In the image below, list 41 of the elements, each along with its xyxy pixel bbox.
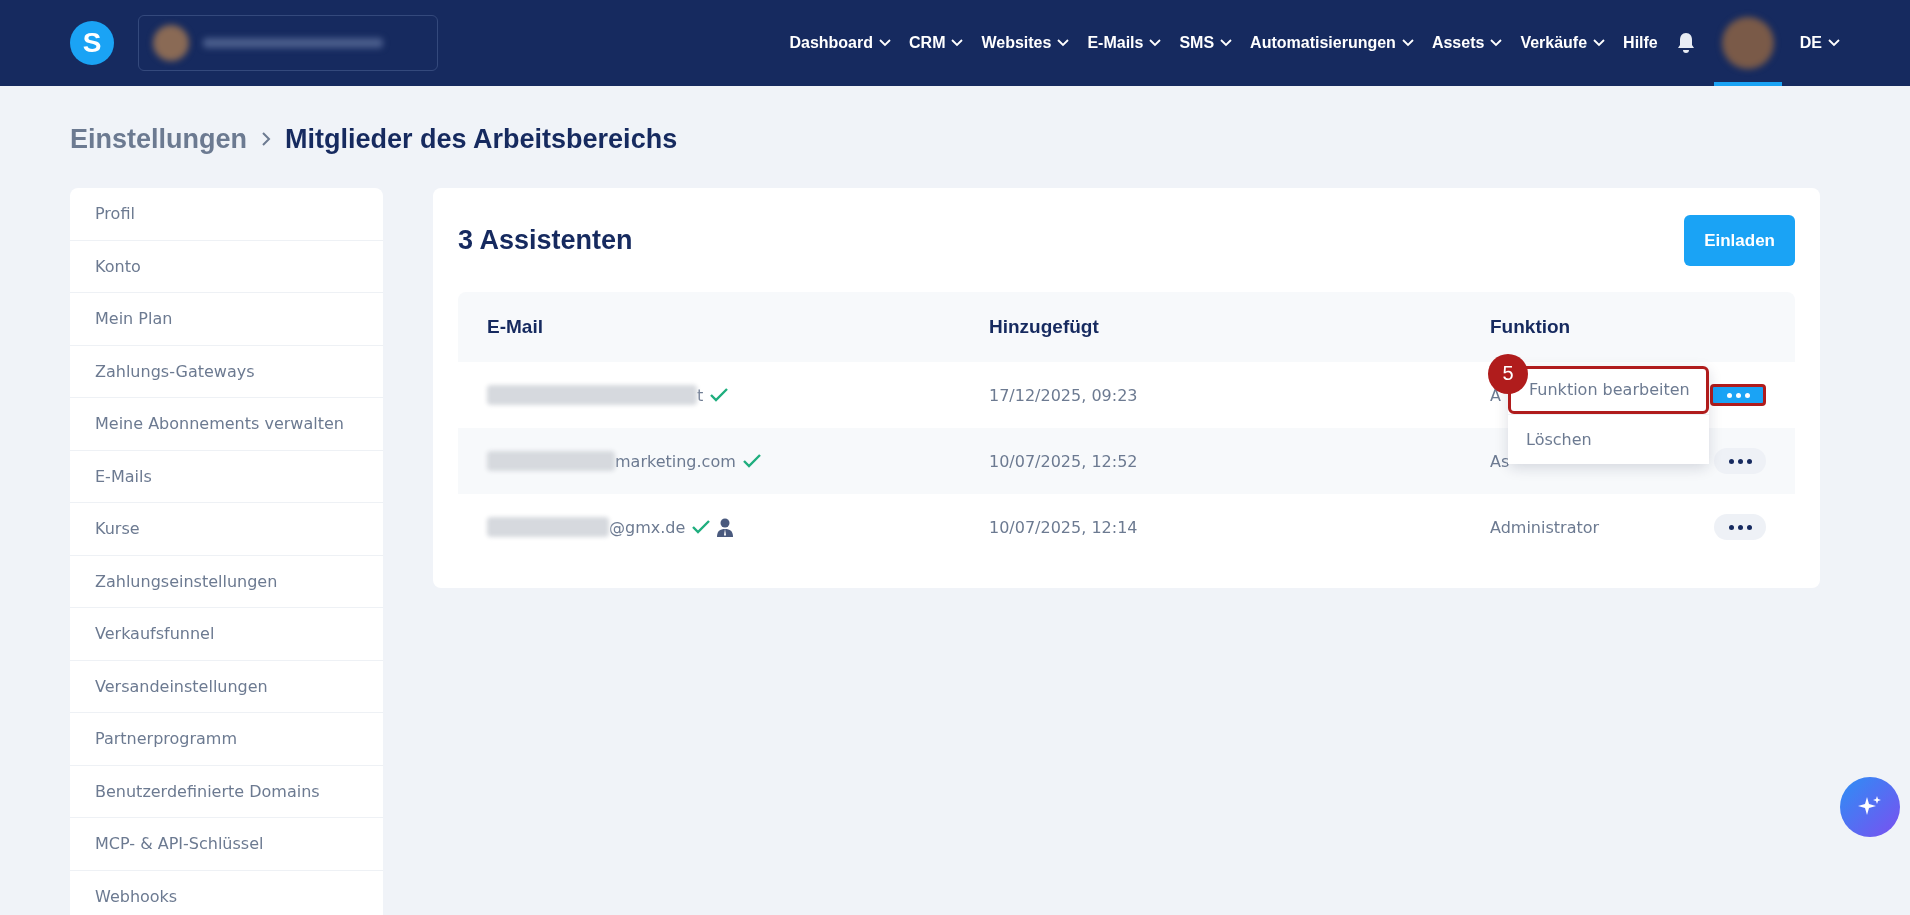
nav-menu-item[interactable]: Assets xyxy=(1431,34,1503,52)
date-text: 17/12/2025, 09:23 xyxy=(989,385,1139,405)
date-text: 10/07/2025, 12:52 xyxy=(989,451,1139,471)
sidebar-item[interactable]: E-Mails xyxy=(70,450,383,503)
card-title: 3 Assistenten xyxy=(458,225,633,256)
logo[interactable]: S xyxy=(70,21,114,65)
sidebar-item[interactable]: Versandeinstellungen xyxy=(70,660,383,713)
sidebar-item[interactable]: Webhooks xyxy=(70,870,383,915)
column-header: E-Mail xyxy=(487,316,544,338)
role-text: Administrator xyxy=(1490,517,1600,537)
nav-menu-item[interactable]: Websites xyxy=(981,34,1070,52)
breadcrumb-link[interactable]: Einstellungen xyxy=(70,123,248,155)
sidebar-item[interactable]: Profil xyxy=(70,188,383,241)
sidebar-item[interactable]: Zahlungseinstellungen xyxy=(70,555,383,608)
nav-menu-item[interactable]: Verkäufe xyxy=(1520,34,1606,52)
nav-menu-item[interactable]: CRM xyxy=(909,34,964,52)
email-text: t xyxy=(697,385,704,405)
column-header: Funktion xyxy=(1490,316,1572,338)
email-text: marketing.com xyxy=(615,451,736,471)
page-title: Mitglieder des Arbeitsbereichs xyxy=(285,123,678,155)
nav-menu-item[interactable]: E-Mails xyxy=(1087,34,1162,52)
sidebar-item[interactable]: MCP- & API-Schlüssel xyxy=(70,818,383,871)
language-selector[interactable]: DE xyxy=(1799,34,1840,52)
sidebar-item[interactable]: Zahlungs-Gateways xyxy=(70,345,383,398)
date-text: 10/07/2025, 12:14 xyxy=(989,517,1139,537)
nav-menu-item[interactable]: Hilfe xyxy=(1623,34,1658,52)
column-header: Hinzugefügt xyxy=(989,316,1100,338)
sidebar-item[interactable]: Kurse xyxy=(70,503,383,556)
menu-item[interactable]: Löschen xyxy=(1508,413,1709,464)
sidebar-item[interactable]: Verkaufsfunnel xyxy=(70,608,383,661)
invite-button[interactable]: Einladen xyxy=(1684,215,1795,266)
nav-menu-item[interactable]: SMS xyxy=(1179,34,1233,52)
email-text: @gmx.de xyxy=(609,517,686,537)
sidebar-item[interactable]: Benutzerdefinierte Domains xyxy=(70,765,383,818)
sidebar-item[interactable]: Meine Abonnements verwalten xyxy=(70,398,383,451)
sidebar-item[interactable]: Konto xyxy=(70,240,383,293)
sidebar-item[interactable]: Mein Plan xyxy=(70,293,383,346)
nav-menu-item[interactable]: Dashboard xyxy=(789,34,891,52)
nav-menu-item[interactable]: Automatisierungen xyxy=(1250,34,1414,52)
role-text: As xyxy=(1490,451,1510,471)
sidebar-item[interactable]: Partnerprogramm xyxy=(70,713,383,766)
